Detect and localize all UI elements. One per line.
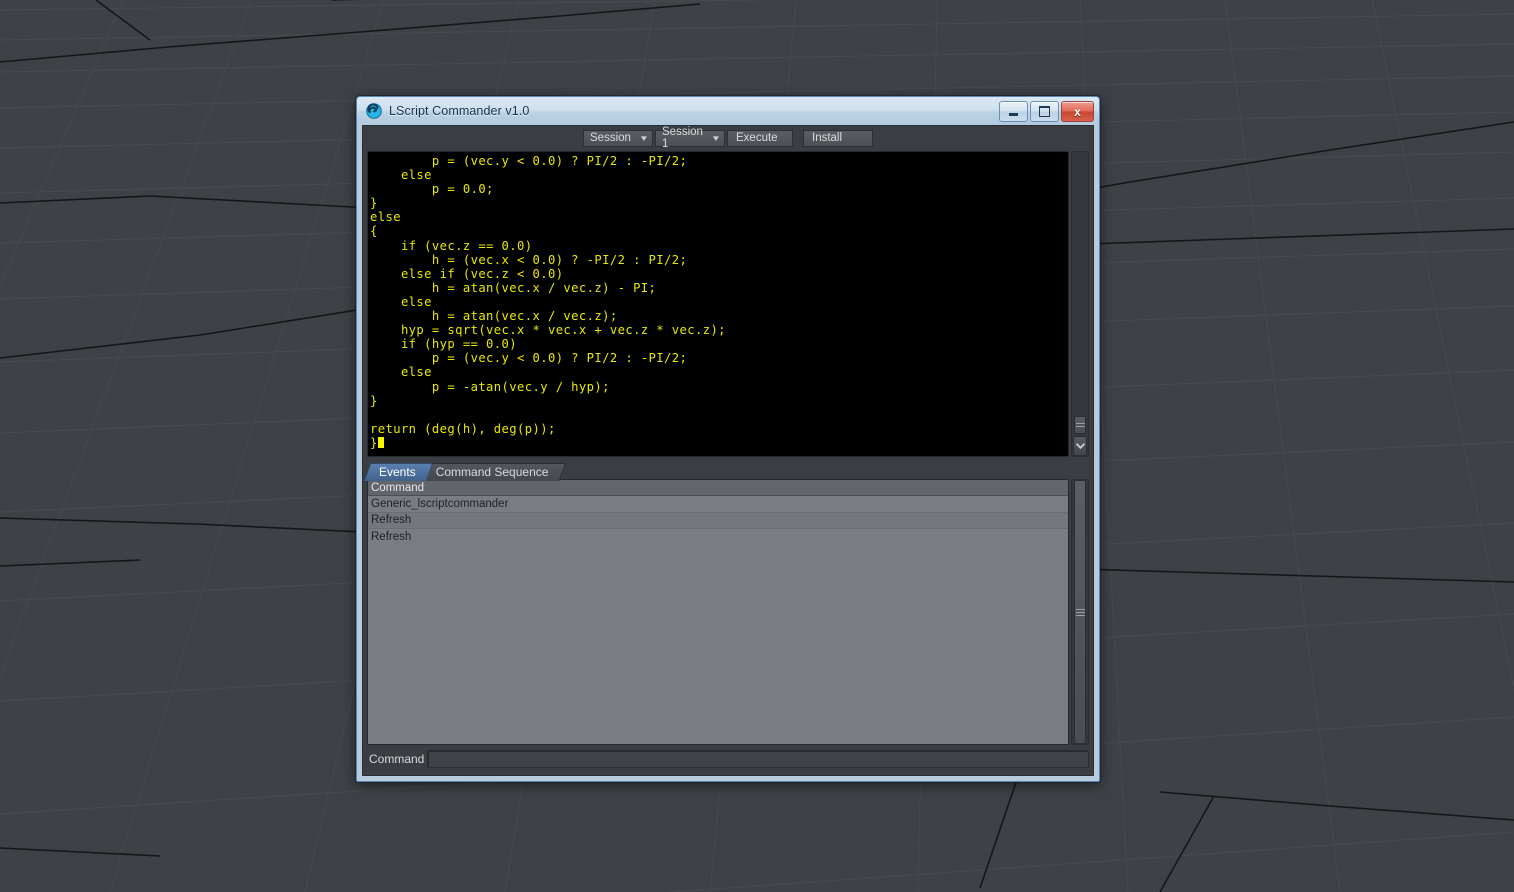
event-list[interactable]: Command Generic_lscriptcommander Refresh… (367, 479, 1069, 745)
event-list-scrollbar[interactable] (1071, 479, 1089, 745)
window-title: LScript Commander v1.0 (389, 104, 530, 118)
editor-region: p = (vec.y < 0.0) ? PI/2 : -PI/2; else p… (367, 151, 1089, 457)
lscript-commander-window[interactable]: LScript Commander v1.0 x Session ▾ Sessi… (356, 96, 1100, 782)
maximize-button[interactable] (1030, 101, 1059, 122)
tab-events[interactable]: Events (363, 463, 433, 481)
minimize-icon (1009, 112, 1018, 116)
table-row[interactable]: Generic_lscriptcommander (368, 496, 1068, 513)
code-editor[interactable]: p = (vec.y < 0.0) ? PI/2 : -PI/2; else p… (367, 151, 1069, 457)
chevron-down-icon: ▾ (641, 132, 648, 143)
session-select[interactable]: Session ▾ (583, 129, 653, 147)
editor-scrollbar-thumb[interactable] (1074, 416, 1086, 434)
code-text: p = (vec.y < 0.0) ? PI/2 : -PI/2; else p… (370, 154, 726, 436)
execute-label: Execute (736, 132, 778, 144)
code-last-line: } (370, 436, 1068, 450)
cell-command: Refresh (371, 514, 412, 527)
command-label: Command (369, 752, 425, 766)
toolbar: Session ▾ Session 1 ▾ Execute Install (363, 126, 1093, 150)
tab-command-sequence-label: Command Sequence (435, 465, 549, 479)
tab-events-label: Events (379, 465, 416, 479)
window-client-area: Session ▾ Session 1 ▾ Execute Install p … (362, 125, 1094, 776)
minimize-button[interactable] (999, 101, 1028, 122)
list-empty-area (368, 541, 1068, 744)
text-cursor (377, 436, 384, 448)
command-bar: Command (367, 747, 1089, 771)
event-list-region: Command Generic_lscriptcommander Refresh… (367, 479, 1089, 745)
session-select-value: Session (590, 132, 631, 144)
execute-button[interactable]: Execute (727, 129, 793, 147)
title-bar[interactable]: LScript Commander v1.0 x (357, 97, 1099, 125)
panel-tabs: Events Command Sequence (363, 461, 1089, 481)
chevron-down-icon: ▾ (713, 132, 720, 143)
command-input[interactable] (427, 750, 1089, 768)
window-controls: x (999, 101, 1094, 122)
close-button[interactable]: x (1061, 101, 1094, 122)
table-row[interactable]: Refresh (368, 512, 1068, 529)
install-label: Install (812, 132, 843, 144)
list-column-header-command[interactable]: Command (368, 480, 1068, 496)
install-button[interactable]: Install (803, 129, 873, 147)
tab-command-sequence[interactable]: Command Sequence (420, 463, 566, 481)
lscript-logo-icon (366, 103, 382, 119)
column-header-label: Command (371, 481, 425, 494)
session-instance-select[interactable]: Session 1 ▾ (655, 126, 725, 150)
maximize-icon (1039, 106, 1050, 117)
editor-scrollbar[interactable] (1071, 151, 1089, 457)
chevron-down-icon (1075, 443, 1085, 449)
close-icon: x (1074, 104, 1081, 119)
event-list-scrollbar-thumb[interactable] (1074, 480, 1086, 744)
scroll-down-button[interactable] (1073, 436, 1087, 456)
cell-command: Generic_lscriptcommander (371, 497, 509, 510)
session-instance-value: Session 1 (662, 126, 703, 150)
